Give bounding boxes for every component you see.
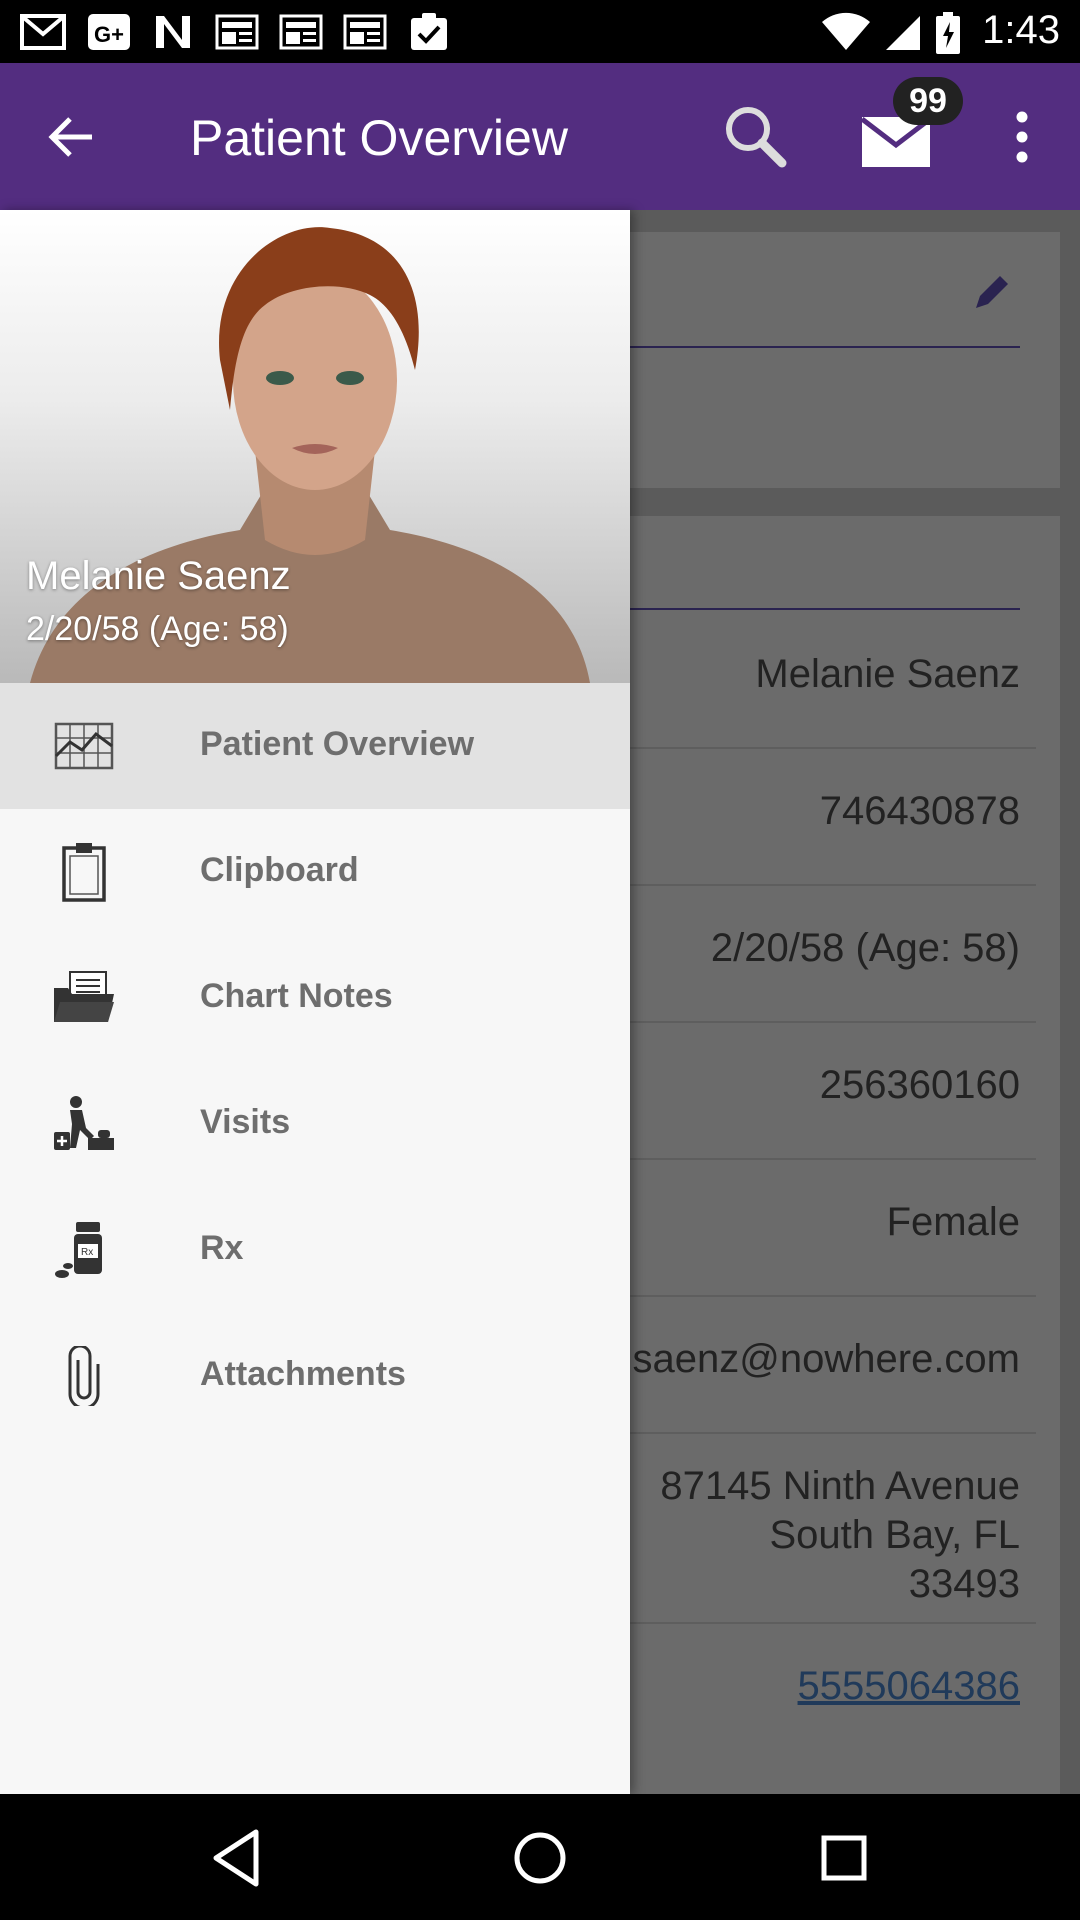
nav-home-icon[interactable] — [508, 1826, 572, 1890]
navigation-drawer: Melanie Saenz 2/20/58 (Age: 58) Patient … — [0, 210, 630, 1794]
drawer-item-chart-notes[interactable]: Chart Notes — [0, 935, 630, 1061]
drawer-item-label: Attachments — [200, 1355, 406, 1393]
app-bar: Patient Overview 99 — [0, 63, 1080, 210]
drawer-item-visits[interactable]: Visits — [0, 1061, 630, 1187]
drawer-item-label: Patient Overview — [200, 725, 475, 763]
drawer-item-label: Visits — [200, 1103, 291, 1141]
drawer-item-label: Rx — [200, 1229, 244, 1267]
more-vert-icon[interactable] — [1010, 111, 1034, 163]
nav-recents-icon[interactable] — [812, 1826, 876, 1890]
search-icon[interactable] — [722, 103, 788, 169]
nav-back-icon[interactable] — [204, 1826, 268, 1890]
news-icon — [215, 14, 259, 50]
svg-text:Rx: Rx — [81, 1247, 93, 1258]
paperclip-icon — [68, 1346, 100, 1406]
drawer-item-label: Clipboard — [200, 851, 359, 889]
drawer-menu: Patient Overview Clipboard Chart Notes V… — [0, 683, 630, 1439]
signal-icon — [886, 16, 920, 50]
page-title: Patient Overview — [190, 110, 568, 166]
drawer-item-label: Chart Notes — [200, 977, 393, 1015]
back-arrow-icon[interactable] — [44, 111, 96, 163]
mail-badge: 99 — [893, 77, 963, 125]
drawer-item-attachments[interactable]: Attachments — [0, 1313, 630, 1439]
folder-notes-icon — [54, 971, 114, 1022]
drawer-item-rx[interactable]: Rx Rx — [0, 1187, 630, 1313]
chart-grid-icon — [54, 722, 114, 770]
gmail-icon — [20, 14, 66, 50]
svg-text:G+: G+ — [94, 22, 124, 47]
status-bar: G+ 1:43 — [0, 0, 1080, 63]
wifi-icon — [822, 12, 870, 51]
clipboard-check-icon — [411, 13, 447, 50]
drawer-item-clipboard[interactable]: Clipboard — [0, 809, 630, 935]
clipboard-icon — [62, 843, 106, 902]
google-plus-icon: G+ — [88, 14, 130, 50]
visits-icon — [54, 1096, 114, 1150]
battery-icon — [936, 12, 960, 54]
drawer-item-patient-overview[interactable]: Patient Overview — [0, 683, 630, 809]
n-app-icon — [156, 16, 190, 48]
drawer-patient-name: Melanie Saenz — [26, 554, 291, 598]
system-nav-bar — [0, 1794, 1080, 1920]
pill-bottle-icon: Rx — [55, 1222, 102, 1278]
drawer-patient-dob: 2/20/58 (Age: 58) — [26, 610, 289, 648]
news-icon — [279, 14, 323, 50]
drawer-scrim[interactable] — [630, 210, 1080, 1794]
news-icon — [343, 14, 387, 50]
drawer-header: Melanie Saenz 2/20/58 (Age: 58) — [0, 210, 630, 683]
status-time: 1:43 — [982, 8, 1060, 52]
